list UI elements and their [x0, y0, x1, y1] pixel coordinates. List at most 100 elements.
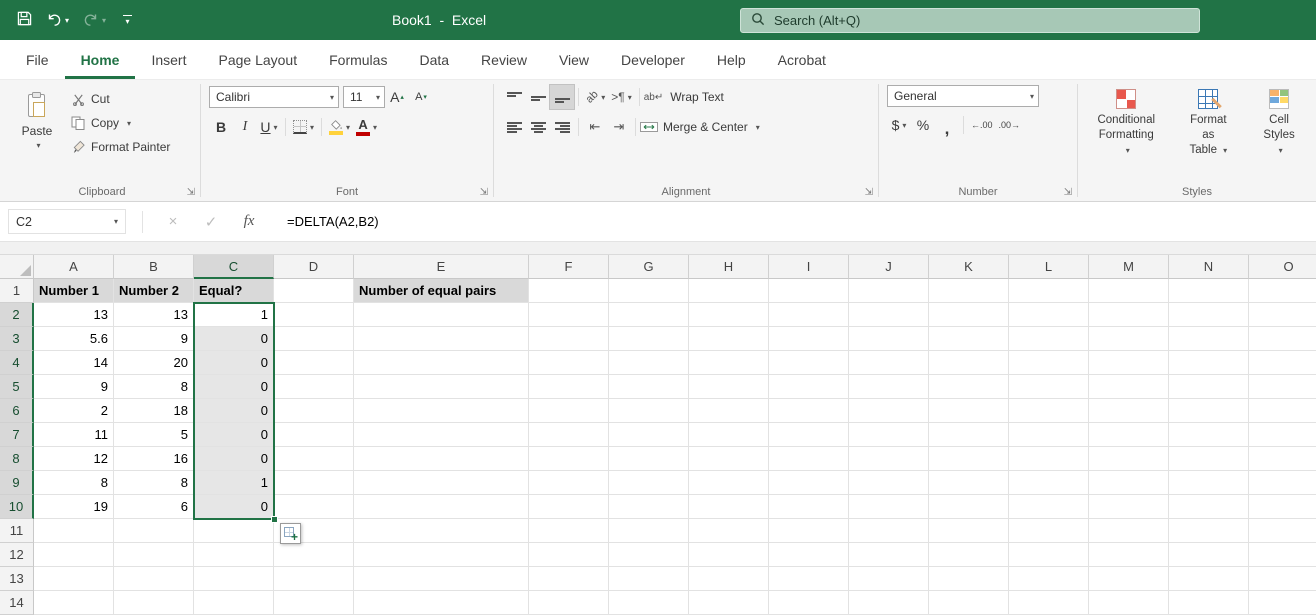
cell-A3[interactable]: 5.6	[34, 327, 114, 351]
tab-file[interactable]: File	[10, 40, 65, 79]
cell-G14[interactable]	[609, 591, 689, 615]
cell-N1[interactable]	[1169, 279, 1249, 303]
cell-I10[interactable]	[769, 495, 849, 519]
wrap-text-button[interactable]: ab↵ Wrap Text	[644, 90, 724, 104]
cell-F7[interactable]	[529, 423, 609, 447]
cell-L9[interactable]	[1009, 471, 1089, 495]
cut-button[interactable]: Cut	[70, 92, 170, 106]
align-center-button[interactable]	[526, 115, 550, 139]
cancel-button[interactable]: ×	[165, 213, 181, 230]
column-header-B[interactable]: B	[114, 255, 194, 279]
cell-L1[interactable]	[1009, 279, 1089, 303]
cell-H1[interactable]	[689, 279, 769, 303]
cell-B10[interactable]: 6	[114, 495, 194, 519]
cell-B11[interactable]	[114, 519, 194, 543]
cell-F13[interactable]	[529, 567, 609, 591]
cell-E1[interactable]: Number of equal pairs	[354, 279, 529, 303]
cell-A12[interactable]	[34, 543, 114, 567]
cell-I3[interactable]	[769, 327, 849, 351]
cell-K7[interactable]	[929, 423, 1009, 447]
cell-M1[interactable]	[1089, 279, 1169, 303]
cell-I4[interactable]	[769, 351, 849, 375]
cell-D6[interactable]	[274, 399, 354, 423]
fill-color-caret[interactable]: ▾	[346, 123, 350, 132]
cell-A6[interactable]: 2	[34, 399, 114, 423]
cell-D14[interactable]	[274, 591, 354, 615]
cell-G6[interactable]	[609, 399, 689, 423]
cell-C3[interactable]: 0	[194, 327, 274, 351]
cell-J2[interactable]	[849, 303, 929, 327]
tab-formulas[interactable]: Formulas	[313, 40, 403, 79]
cell-M3[interactable]	[1089, 327, 1169, 351]
font-color-button[interactable]: A ▾	[353, 115, 380, 139]
row-header-1[interactable]: 1	[0, 279, 34, 303]
column-header-L[interactable]: L	[1009, 255, 1089, 279]
cell-M4[interactable]	[1089, 351, 1169, 375]
cell-I8[interactable]	[769, 447, 849, 471]
cell-G2[interactable]	[609, 303, 689, 327]
decrease-decimal-button[interactable]: .00→	[996, 113, 1024, 137]
top-align-button[interactable]	[502, 85, 526, 109]
cell-I7[interactable]	[769, 423, 849, 447]
cell-C9[interactable]: 1	[194, 471, 274, 495]
cell-M11[interactable]	[1089, 519, 1169, 543]
cell-C1[interactable]: Equal?	[194, 279, 274, 303]
cell-N12[interactable]	[1169, 543, 1249, 567]
cell-F4[interactable]	[529, 351, 609, 375]
row-header-4[interactable]: 4	[0, 351, 34, 375]
cell-L14[interactable]	[1009, 591, 1089, 615]
cell-E2[interactable]	[354, 303, 529, 327]
orientation-caret[interactable]: ▾	[601, 93, 605, 102]
column-header-N[interactable]: N	[1169, 255, 1249, 279]
cell-L13[interactable]	[1009, 567, 1089, 591]
cell-A4[interactable]: 14	[34, 351, 114, 375]
fill-handle[interactable]	[271, 516, 278, 523]
cell-N13[interactable]	[1169, 567, 1249, 591]
conditional-formatting-caret[interactable]: ▾	[1126, 146, 1130, 155]
cell-K14[interactable]	[929, 591, 1009, 615]
column-header-M[interactable]: M	[1089, 255, 1169, 279]
cell-A7[interactable]: 11	[34, 423, 114, 447]
cell-H7[interactable]	[689, 423, 769, 447]
cell-A14[interactable]	[34, 591, 114, 615]
cell-L6[interactable]	[1009, 399, 1089, 423]
cell-C11[interactable]	[194, 519, 274, 543]
cell-H14[interactable]	[689, 591, 769, 615]
cell-K6[interactable]	[929, 399, 1009, 423]
cell-E3[interactable]	[354, 327, 529, 351]
cell-G11[interactable]	[609, 519, 689, 543]
name-box-caret[interactable]: ▾	[114, 217, 118, 226]
cell-J8[interactable]	[849, 447, 929, 471]
column-header-G[interactable]: G	[609, 255, 689, 279]
cell-F14[interactable]	[529, 591, 609, 615]
cell-D8[interactable]	[274, 447, 354, 471]
format-painter-button[interactable]: Format Painter	[70, 140, 170, 154]
cell-C10[interactable]: 0	[194, 495, 274, 519]
cell-B1[interactable]: Number 2	[114, 279, 194, 303]
tab-developer[interactable]: Developer	[605, 40, 701, 79]
cell-F2[interactable]	[529, 303, 609, 327]
cell-G1[interactable]	[609, 279, 689, 303]
align-right-button[interactable]	[550, 115, 574, 139]
cell-J11[interactable]	[849, 519, 929, 543]
cell-H12[interactable]	[689, 543, 769, 567]
name-box[interactable]: C2▾	[8, 209, 126, 234]
cell-J10[interactable]	[849, 495, 929, 519]
text-direction-caret[interactable]: ▾	[628, 93, 632, 102]
tab-data[interactable]: Data	[403, 40, 465, 79]
bold-button[interactable]: B	[209, 115, 233, 139]
cell-H11[interactable]	[689, 519, 769, 543]
cell-I2[interactable]	[769, 303, 849, 327]
cell-A2[interactable]: 13	[34, 303, 114, 327]
cell-H10[interactable]	[689, 495, 769, 519]
cell-N6[interactable]	[1169, 399, 1249, 423]
cell-K2[interactable]	[929, 303, 1009, 327]
cell-N3[interactable]	[1169, 327, 1249, 351]
number-dialog-launcher[interactable]: ⇲	[1064, 188, 1072, 198]
cell-K4[interactable]	[929, 351, 1009, 375]
cell-B5[interactable]: 8	[114, 375, 194, 399]
cell-E7[interactable]	[354, 423, 529, 447]
italic-button[interactable]: I	[233, 115, 257, 139]
cell-M10[interactable]	[1089, 495, 1169, 519]
cell-N7[interactable]	[1169, 423, 1249, 447]
